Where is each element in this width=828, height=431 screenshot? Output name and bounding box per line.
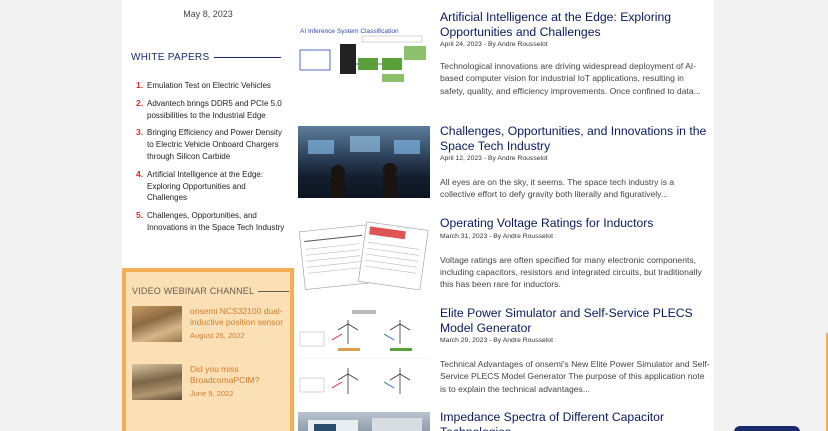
- article-text: Elite Power Simulator and Self-Service P…: [440, 306, 710, 395]
- white-paper-link[interactable]: Challenges, Opportunities, and Innovatio…: [147, 210, 286, 234]
- article-title-link[interactable]: Artificial Intelligence at the Edge: Exp…: [440, 10, 710, 39]
- video-webinar-heading: VIDEO WEBINAR CHANNEL: [132, 286, 289, 296]
- article-meta: March 31, 2023 - By Andre Rousselot: [440, 232, 553, 240]
- video-webinar-heading-text: VIDEO WEBINAR CHANNEL: [132, 286, 255, 296]
- article-excerpt: All eyes are on the sky, it seems. The s…: [440, 177, 675, 200]
- article-meta: April 24, 2023 - By Andre Rousselot: [440, 41, 548, 48]
- ai-diagram-graphic: [299, 35, 426, 82]
- white-paper-link[interactable]: Bringing Efficiency and Power Density to…: [147, 127, 286, 162]
- white-paper-item[interactable]: 5. Challenges, Opportunities, and Innovat…: [136, 210, 286, 234]
- item-number: 1.: [136, 80, 144, 90]
- article-excerpt: Voltage ratings are often specified for …: [440, 254, 702, 290]
- article-meta: April 12, 2023 - By Andre Rousselot: [440, 155, 548, 162]
- article-list: AI Inference System Classification Artif…: [298, 0, 714, 431]
- white-paper-item[interactable]: 2. Advantech brings DDR5 and PCIe 5.0 pos…: [136, 98, 286, 122]
- article-text: Artificial Intelligence at the Edge: Exp…: [440, 10, 710, 97]
- white-paper-item[interactable]: 1. Emulation Test on Electric Vehicles: [136, 80, 286, 92]
- video-date: June 9, 2022: [190, 389, 234, 398]
- video-title-link[interactable]: onsemi NCS32100 dual-inductive position …: [190, 306, 292, 328]
- video-item[interactable]: Did you miss BroadcomaPCIM? June 9, 2022: [132, 364, 292, 400]
- white-papers-heading: WHITE PAPERS: [131, 52, 281, 63]
- video-text: Did you miss BroadcomaPCIM? June 9, 2022: [190, 364, 292, 400]
- article-title-link[interactable]: Challenges, Opportunities, and Innovatio…: [440, 124, 710, 153]
- article-title-link[interactable]: Impedance Spectra of Different Capacitor…: [440, 410, 710, 431]
- video-thumbnail[interactable]: [132, 364, 182, 400]
- video-webinar-panel: VIDEO WEBINAR CHANNEL onsemi NCS32100 du…: [122, 268, 294, 431]
- article-excerpt: Technical Advantages of onsemi's New Eli…: [440, 359, 710, 394]
- white-papers-heading-text: WHITE PAPERS: [131, 52, 210, 63]
- datasheet-graphic: [298, 221, 429, 291]
- article-text: Operating Voltage Ratings for Inductors …: [440, 216, 710, 291]
- heading-rule: [258, 290, 289, 292]
- item-number: 5.: [136, 210, 144, 221]
- video-title-link[interactable]: Did you miss BroadcomaPCIM?: [190, 364, 292, 386]
- article-meta: March 29, 2023 - By Andre Rousselot: [440, 337, 553, 344]
- item-number: 2.: [136, 97, 144, 108]
- article-text: Impedance Spectra of Different Capacitor…: [440, 410, 710, 431]
- white-paper-item[interactable]: 3. Bringing Efficiency and Power Density …: [136, 127, 286, 162]
- white-paper-link[interactable]: Advantech brings DDR5 and PCIe 5.0 possi…: [147, 98, 286, 122]
- video-text: onsemi NCS32100 dual-inductive position …: [190, 306, 292, 342]
- article-item: AI Inference System Classification Artif…: [298, 0, 714, 122]
- thumbnail-caption: AI Inference System Classification: [300, 28, 399, 35]
- item-number: 3.: [136, 127, 144, 138]
- white-paper-link[interactable]: Artificial Intelligence at the Edge: Exp…: [147, 169, 286, 204]
- white-paper-item[interactable]: 4. Artificial Intelligence at the Edge: E…: [136, 169, 286, 204]
- article-title-link[interactable]: Elite Power Simulator and Self-Service P…: [440, 306, 710, 335]
- video-date: August 26, 2022: [190, 331, 245, 340]
- heading-rule: [214, 57, 281, 58]
- article-thumbnail[interactable]: [298, 126, 430, 198]
- floating-action-button[interactable]: [734, 426, 800, 431]
- sidebar: May 8, 2023 WHITE PAPERS 1. Emulation Tes…: [122, 0, 294, 431]
- circuit-diagram-graphic: [298, 310, 430, 394]
- item-number: 4.: [136, 168, 144, 179]
- article-thumbnail[interactable]: AI Inference System Classification: [298, 12, 430, 102]
- article-excerpt: Technological innovations are driving wi…: [440, 61, 701, 96]
- video-item[interactable]: onsemi NCS32100 dual-inductive position …: [132, 306, 292, 342]
- article-thumbnail[interactable]: [298, 220, 430, 292]
- sidebar-date: May 8, 2023: [183, 9, 233, 19]
- article-title-link[interactable]: Operating Voltage Ratings for Inductors: [440, 216, 710, 231]
- lab-equipment-graphic: [308, 418, 422, 431]
- white-paper-link[interactable]: Emulation Test on Electric Vehicles: [147, 80, 286, 92]
- article-thumbnail[interactable]: [298, 412, 430, 431]
- white-papers-list: 1. Emulation Test on Electric Vehicles 2.…: [136, 80, 286, 240]
- article-text: Challenges, Opportunities, and Innovatio…: [440, 124, 710, 201]
- content-page: May 8, 2023 WHITE PAPERS 1. Emulation Tes…: [122, 0, 714, 431]
- space-control-room-graphic: [308, 136, 420, 198]
- video-thumbnail[interactable]: [132, 306, 182, 342]
- article-thumbnail[interactable]: [298, 308, 430, 406]
